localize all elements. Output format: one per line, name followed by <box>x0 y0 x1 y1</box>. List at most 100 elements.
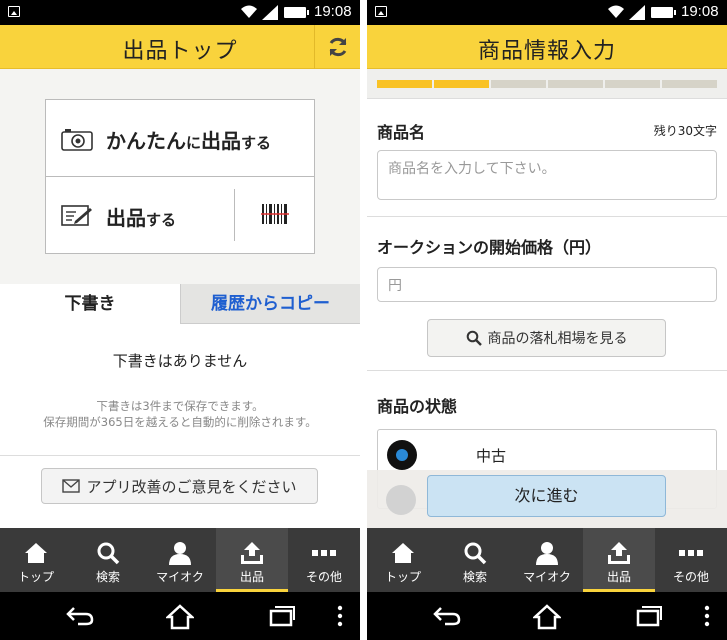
tab-my-auction[interactable]: マイオク <box>511 528 583 592</box>
overflow-menu-icon[interactable] <box>703 604 711 628</box>
tab-more[interactable]: その他 <box>655 528 727 592</box>
battery-icon <box>651 7 676 18</box>
progress-step <box>434 80 489 88</box>
tab-label: トップ <box>384 570 421 584</box>
recent-apps-icon[interactable] <box>268 604 296 628</box>
empty-note-line-1: 下書きは3件まで保存できます。 <box>96 399 264 413</box>
clock: 19:08 <box>681 3 719 20</box>
recent-apps-icon[interactable] <box>635 604 663 628</box>
progress-step <box>377 80 432 88</box>
back-icon[interactable] <box>433 604 461 628</box>
divider <box>367 216 727 217</box>
tab-label: トップ <box>17 570 54 584</box>
barcode-scan-button[interactable] <box>234 189 314 241</box>
feedback-button[interactable]: アプリ改善のご意見をください <box>41 468 318 504</box>
tab-drafts[interactable]: 下書き <box>0 284 180 324</box>
empty-note-line-2: 保存期間が365日を越えると自動的に削除されます。 <box>43 415 317 429</box>
tab-label: 出品 <box>239 570 264 584</box>
wifi-icon <box>241 5 257 18</box>
divider <box>0 455 360 456</box>
home-nav-icon[interactable] <box>533 604 561 630</box>
app-header: 出品トップ <box>0 25 360 69</box>
sell-options-box: かんたんに出品する 出品する <box>45 99 315 254</box>
quick-sell-text: かんたん <box>106 129 186 153</box>
progress-steps <box>367 69 727 99</box>
upload-tray-icon <box>608 542 630 564</box>
system-nav-bar <box>367 592 727 640</box>
draft-tabs: 下書き 履歴からコピー <box>0 284 360 324</box>
condition-radio-used[interactable] <box>387 440 417 470</box>
bottom-tab-bar: トップ 検索 マイオク 出品 その他 <box>0 528 360 592</box>
tab-copy-history[interactable]: 履歴からコピー <box>180 284 360 324</box>
tab-label: その他 <box>305 570 342 584</box>
home-nav-icon[interactable] <box>166 604 194 630</box>
refresh-icon <box>329 37 346 57</box>
quick-sell-text-2: 出品 <box>201 129 242 153</box>
edit-form-icon <box>61 205 92 226</box>
app-header: 商品情報入力 <box>367 25 727 69</box>
market-price-label: 商品の落札相場を見る <box>487 331 628 347</box>
sell-button[interactable]: 出品する <box>46 177 314 253</box>
tab-sell[interactable]: 出品 <box>583 528 655 592</box>
bottom-tab-bar: トップ 検索 マイオク 出品 その他 <box>367 528 727 592</box>
product-name-label: 商品名 <box>377 123 426 142</box>
quick-sell-text-mid: に <box>186 134 202 152</box>
more-icon <box>679 550 703 556</box>
status-bar: 19:08 <box>0 0 360 25</box>
upload-tray-icon <box>241 542 263 564</box>
market-price-button[interactable]: 商品の落札相場を見る <box>427 319 666 357</box>
wifi-icon <box>608 5 624 18</box>
condition-used-label: 中古 <box>476 447 507 465</box>
home-icon <box>392 543 414 563</box>
clock: 19:08 <box>314 3 352 20</box>
empty-drafts-note: 下書きは3件まで保存できます。 保存期間が365日を越えると自動的に削除されます… <box>0 398 360 430</box>
tab-label: 出品 <box>606 570 631 584</box>
empty-drafts-title: 下書きはありません <box>112 352 248 370</box>
condition-radio-other[interactable] <box>386 485 416 515</box>
tab-label: 検索 <box>462 570 487 584</box>
image-notification-icon <box>375 6 387 17</box>
start-price-input[interactable]: 円 <box>377 267 717 302</box>
product-name-input[interactable]: 商品名を入力して下さい。 <box>377 150 717 200</box>
feedback-label: アプリ改善のご意見をください <box>86 477 297 496</box>
person-icon <box>536 542 558 565</box>
sell-top-screen: 19:08 出品トップ かんたんに出品する 出品する 下書き 履歴からコピー 下… <box>0 0 360 640</box>
tab-more[interactable]: その他 <box>288 528 360 592</box>
tab-label: 検索 <box>95 570 120 584</box>
person-icon <box>169 542 191 565</box>
sell-options-area: かんたんに出品する 出品する <box>0 69 360 284</box>
sell-text: 出品 <box>106 206 146 230</box>
battery-icon <box>284 7 309 18</box>
quick-sell-button[interactable]: かんたんに出品する <box>46 100 314 177</box>
remaining-chars: 残り30文字 <box>653 124 717 138</box>
progress-step <box>548 80 603 88</box>
tab-top[interactable]: トップ <box>367 528 439 592</box>
screen-gap <box>360 0 367 640</box>
progress-step <box>605 80 660 88</box>
camera-icon <box>61 129 93 151</box>
more-icon <box>312 550 336 556</box>
back-icon[interactable] <box>66 604 94 628</box>
search-icon <box>97 542 120 565</box>
product-info-screen: 19:08 商品情報入力 商品名 残り30文字 商品名を入力して下さい。 オーク… <box>367 0 727 640</box>
sell-label: 出品する <box>106 202 176 231</box>
search-icon <box>464 542 487 565</box>
tab-my-auction[interactable]: マイオク <box>144 528 216 592</box>
start-price-label: オークションの開始価格（円） <box>377 238 602 257</box>
tab-sell[interactable]: 出品 <box>216 528 288 592</box>
signal-icon <box>262 5 278 20</box>
tab-label: マイオク <box>523 570 571 584</box>
home-icon <box>25 543 47 563</box>
tab-search[interactable]: 検索 <box>439 528 511 592</box>
refresh-button[interactable] <box>314 25 360 69</box>
tab-label: マイオク <box>156 570 204 584</box>
tab-search[interactable]: 検索 <box>72 528 144 592</box>
page-title: 出品トップ <box>122 39 238 64</box>
overflow-menu-icon[interactable] <box>336 604 344 628</box>
quick-sell-text-tail: する <box>241 134 272 152</box>
divider <box>367 370 727 371</box>
next-button[interactable]: 次に進む <box>427 475 666 517</box>
search-icon <box>466 330 482 346</box>
tab-top[interactable]: トップ <box>0 528 72 592</box>
system-nav-bar <box>0 592 360 640</box>
